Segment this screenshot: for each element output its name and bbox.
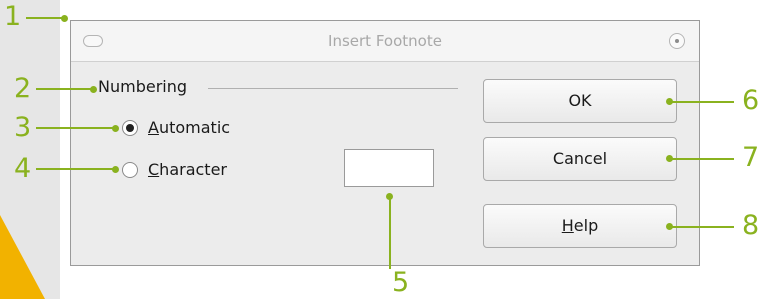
character-input[interactable] — [344, 149, 434, 187]
callout-2: 2 — [14, 73, 32, 104]
callout-7: 7 — [742, 142, 760, 173]
callout-4: 4 — [14, 153, 32, 184]
callout-3-line — [36, 127, 116, 129]
character-label[interactable]: Character — [148, 160, 227, 180]
background-accent-shape — [0, 215, 45, 299]
callout-6: 6 — [742, 85, 760, 116]
callout-1-dot — [61, 15, 68, 22]
callout-3: 3 — [14, 112, 32, 143]
character-option[interactable]: Character — [122, 160, 227, 180]
automatic-radio[interactable] — [122, 120, 138, 136]
callout-2-line — [36, 88, 94, 90]
callout-7-line — [670, 158, 734, 160]
callout-4-dot — [112, 166, 119, 173]
callout-6-line — [670, 101, 734, 103]
callout-8-line — [670, 226, 734, 228]
callout-1-line — [26, 17, 64, 19]
automatic-option[interactable]: Automatic — [122, 118, 230, 138]
close-icon[interactable] — [669, 33, 685, 49]
title-bar: Insert Footnote — [71, 21, 699, 62]
callout-2-dot — [90, 86, 97, 93]
callout-8: 8 — [742, 210, 760, 241]
dialog-title: Insert Footnote — [328, 32, 442, 50]
callout-4-line — [36, 168, 116, 170]
help-button[interactable]: Help — [483, 204, 677, 248]
cancel-button[interactable]: Cancel — [483, 137, 677, 181]
callout-5-line — [389, 197, 391, 269]
automatic-label[interactable]: Automatic — [148, 118, 230, 138]
character-radio[interactable] — [122, 162, 138, 178]
callout-5: 5 — [392, 267, 410, 298]
group-separator — [208, 88, 458, 89]
numbering-group-label: Numbering — [98, 77, 188, 96]
callout-1: 1 — [4, 1, 22, 32]
callout-3-dot — [112, 125, 119, 132]
ok-button[interactable]: OK — [483, 79, 677, 123]
